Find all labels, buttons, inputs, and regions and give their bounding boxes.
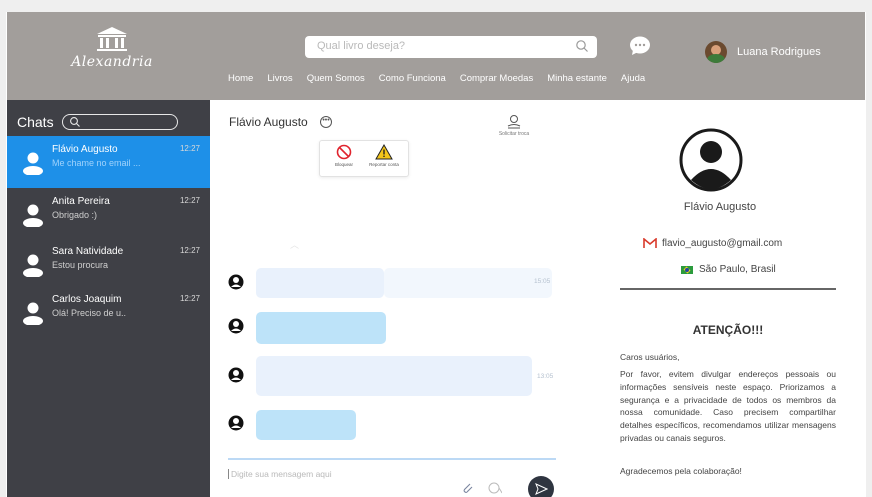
message-bubble — [256, 410, 356, 440]
main-nav: Home Livros Quem Somos Como Funciona Com… — [228, 73, 659, 84]
profile-divider — [620, 288, 836, 290]
chat-search-input[interactable] — [61, 114, 178, 130]
attach-icon[interactable] — [460, 481, 474, 495]
profile-avatar-icon — [679, 128, 743, 192]
nav-quem-somos[interactable]: Quem Somos — [307, 73, 365, 84]
profile-location: São Paulo, Brasil — [681, 264, 776, 275]
message-time: 13:05 — [537, 373, 554, 380]
chat-time: 12:27 — [179, 246, 200, 255]
emoji-icon[interactable] — [488, 482, 502, 494]
nav-livros[interactable]: Livros — [267, 73, 292, 84]
window-margin-left — [0, 0, 6, 497]
user-avatar — [705, 41, 727, 63]
report-label: Reportar conta — [369, 162, 399, 167]
user-avatar-icon — [23, 302, 43, 325]
search-icon — [69, 117, 80, 127]
nav-comprar-moedas[interactable]: Comprar Moedas — [460, 73, 533, 84]
message-bubble — [256, 356, 532, 396]
chat-preview: Me chame no email ... — [52, 158, 141, 168]
location-text: São Paulo, Brasil — [699, 264, 776, 275]
temple-icon — [97, 27, 127, 51]
email-text: flavio_augusto@gmail.com — [662, 238, 783, 249]
report-account-option[interactable]: Reportar conta — [364, 144, 404, 167]
block-user-option[interactable]: Bloquear — [324, 144, 364, 167]
window-margin-right — [866, 0, 872, 497]
profile-name: Flávio Augusto — [683, 201, 757, 213]
user-avatar-icon — [228, 274, 244, 290]
nav-home[interactable]: Home — [228, 73, 253, 84]
chat-item-flavio[interactable]: Flávio Augusto Me chame no email ... 12:… — [7, 136, 210, 188]
chats-title: Chats — [17, 114, 54, 130]
profile-email: flavio_augusto@gmail.com — [643, 238, 782, 249]
brazil-flag-icon — [681, 265, 693, 274]
notice-body: Por favor, evitem divulgar endereços pes… — [620, 369, 836, 443]
chat-preview: Estou procura — [52, 260, 109, 270]
chat-item-sara[interactable]: Sara Natividade Estou procura 12:27 — [7, 238, 210, 290]
chat-name: Flávio Augusto — [52, 144, 118, 155]
notice-title: ATENÇÃO!!! — [692, 323, 764, 337]
chats-sidebar: Chats Flávio Augusto Me chame no email .… — [7, 100, 210, 497]
user-avatar-icon — [23, 254, 43, 277]
user-avatar-icon — [23, 204, 43, 227]
message-bubble-shadow — [384, 268, 552, 298]
chat-preview: Obrigado :) — [52, 210, 98, 220]
chat-time: 12:27 — [179, 294, 200, 303]
request-trade-button[interactable]: Solicitar troca — [494, 114, 534, 137]
logo[interactable]: Alexandria — [62, 26, 162, 96]
user-avatar-icon — [23, 152, 43, 175]
top-header: Alexandria Qual livro deseja? Luana Rodr… — [7, 12, 865, 100]
chat-item-carlos[interactable]: Carlos Joaquim Olá! Preciso de u.. 12:27 — [7, 286, 210, 338]
app-frame: Alexandria Qual livro deseja? Luana Rodr… — [0, 0, 872, 497]
block-icon — [336, 144, 352, 160]
messages-icon[interactable] — [629, 36, 651, 56]
options-popup: Bloquear Reportar conta — [319, 140, 409, 177]
gmail-icon — [643, 238, 657, 248]
logo-text: Alexandria — [71, 54, 153, 70]
send-icon — [535, 483, 548, 495]
user-menu[interactable]: Luana Rodrigues — [705, 41, 821, 63]
send-button[interactable] — [528, 476, 554, 497]
chat-item-anita[interactable]: Anita Pereira Obrigado :) 12:27 — [7, 188, 210, 240]
nav-minha-estante[interactable]: Minha estante — [547, 73, 607, 84]
notice-greeting: Caros usuários, — [620, 352, 680, 362]
chevron-up-icon[interactable]: ︿ — [290, 238, 299, 251]
search-placeholder: Qual livro deseja? — [317, 40, 406, 52]
chat-name: Sara Natividade — [52, 246, 124, 257]
user-avatar-icon — [228, 318, 244, 334]
user-avatar-icon — [228, 367, 244, 383]
user-avatar-icon — [228, 415, 244, 431]
conversation-title: Flávio Augusto — [229, 115, 308, 129]
window-margin-top — [0, 0, 872, 12]
chat-name: Anita Pereira — [52, 196, 110, 207]
chat-preview: Olá! Preciso de u.. — [52, 308, 127, 318]
notice-thanks: Agradecemos pela colaboração! — [620, 466, 742, 476]
message-composer: Digite sua mensagem aqui — [228, 463, 556, 497]
trade-label: Solicitar troca — [498, 131, 530, 137]
message-bubble — [256, 268, 384, 298]
chats-header: Chats — [17, 114, 178, 130]
book-search-input[interactable]: Qual livro deseja? — [305, 36, 597, 58]
message-bubble — [256, 312, 386, 344]
search-icon[interactable] — [575, 39, 589, 53]
nav-como-funciona[interactable]: Como Funciona — [379, 73, 446, 84]
chat-time: 12:27 — [179, 196, 200, 205]
block-label: Bloquear — [334, 162, 353, 167]
warning-icon — [375, 144, 393, 160]
message-time: 15:05 — [534, 278, 551, 285]
message-input[interactable]: Digite sua mensagem aqui — [228, 469, 332, 479]
input-divider — [228, 458, 556, 460]
more-options-icon[interactable]: ••• — [320, 116, 332, 128]
nav-ajuda[interactable]: Ajuda — [621, 73, 645, 84]
trade-icon — [507, 115, 521, 129]
chat-time: 12:27 — [179, 144, 200, 153]
chat-name: Carlos Joaquim — [52, 294, 122, 305]
user-name: Luana Rodrigues — [737, 46, 821, 58]
